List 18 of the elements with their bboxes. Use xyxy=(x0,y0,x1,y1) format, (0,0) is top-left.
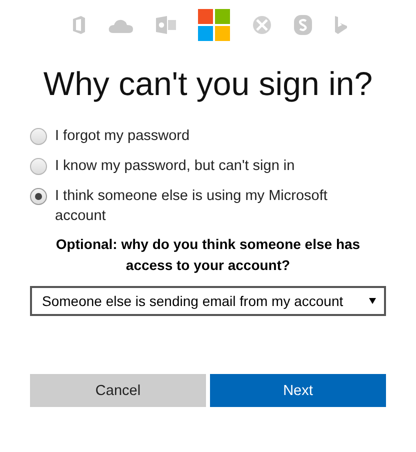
radio-button[interactable] xyxy=(30,188,47,205)
caret-icon xyxy=(369,298,376,304)
panel-icon xyxy=(72,16,86,34)
mail-icon xyxy=(156,16,176,34)
optional-question: Optional: why do you think someone else has access to your account? xyxy=(54,235,362,275)
cloud-icon xyxy=(108,17,134,33)
radio-option[interactable]: I know my password, but can't sign in xyxy=(30,156,386,176)
radio-option[interactable]: I think someone else is using my Microsoft account xyxy=(30,186,386,226)
four-squares-logo-icon xyxy=(198,9,230,41)
reason-dropdown[interactable]: Someone else is sending email from my account xyxy=(30,286,386,316)
page-title: Why can't you sign in? xyxy=(42,64,374,104)
radio-button[interactable] xyxy=(30,128,47,145)
cancel-button[interactable]: Cancel xyxy=(30,374,206,407)
radio-option[interactable]: I forgot my password xyxy=(30,126,386,146)
radio-button[interactable] xyxy=(30,158,47,175)
next-button[interactable]: Next xyxy=(210,374,386,407)
x-circle-icon xyxy=(252,15,272,35)
arrow-shape-icon xyxy=(334,16,348,34)
